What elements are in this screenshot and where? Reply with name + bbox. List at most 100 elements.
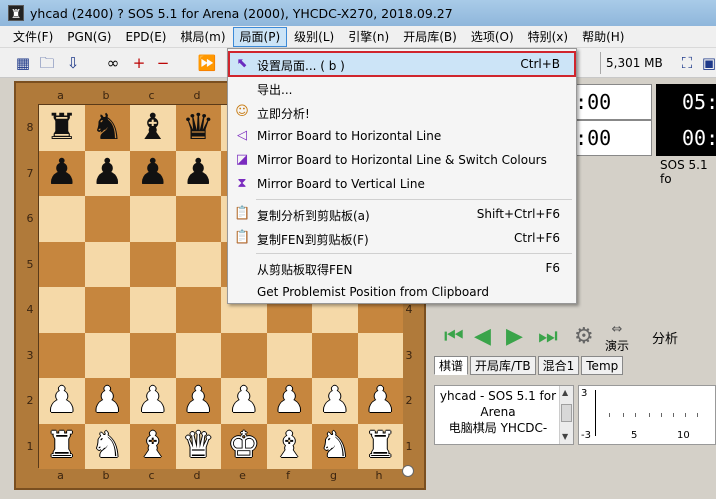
square-d1[interactable]: ♛: [175, 423, 221, 469]
black-pawn-icon[interactable]: ♟: [137, 155, 169, 191]
tab-mix1[interactable]: 混合1: [537, 356, 580, 375]
square-f2[interactable]: ♟: [266, 378, 312, 424]
white-pawn-icon[interactable]: ♟: [228, 382, 260, 419]
menu-engine[interactable]: 引擎(n): [341, 27, 396, 47]
white-rook-icon[interactable]: ♜: [364, 428, 396, 464]
menu-item-mirror-vertical[interactable]: ⧗ Mirror Board to Vertical Line: [230, 173, 574, 195]
black-pawn-icon[interactable]: ♟: [182, 155, 214, 191]
square-e2[interactable]: ♟: [221, 378, 267, 424]
square-b2[interactable]: ♟: [84, 378, 130, 424]
tab-notation[interactable]: 棋谱: [434, 356, 469, 375]
white-bishop-icon[interactable]: ♝: [273, 428, 305, 464]
white-rook-icon[interactable]: ♜: [46, 428, 78, 464]
square-b7[interactable]: ♟: [84, 150, 130, 196]
square-h2[interactable]: ♟: [357, 378, 403, 424]
square-a6[interactable]: [39, 196, 85, 242]
white-knight-icon[interactable]: ♞: [91, 428, 123, 464]
first-move-icon[interactable]: ⏮: [444, 324, 464, 349]
square-a7[interactable]: ♟: [39, 150, 85, 196]
white-pawn-icon[interactable]: ♟: [182, 382, 214, 419]
scroll-thumb[interactable]: [561, 404, 572, 422]
square-a5[interactable]: [39, 241, 85, 287]
menu-item-analyze-now[interactable]: ☺ 立即分析!: [230, 101, 574, 123]
square-d7[interactable]: ♟: [175, 150, 221, 196]
square-d3[interactable]: [175, 332, 221, 378]
menu-position[interactable]: 局面(P): [232, 26, 288, 47]
next-move-icon[interactable]: ▶: [506, 324, 523, 349]
white-bishop-icon[interactable]: ♝: [137, 428, 169, 464]
menu-item-problemist-paste[interactable]: Get Problemist Position from Clipboard: [230, 281, 574, 303]
menu-item-mirror-switch-colours[interactable]: ◪ Mirror Board to Horizontal Line & Swit…: [230, 149, 574, 171]
square-a4[interactable]: [39, 287, 85, 333]
menu-item-copy-fen[interactable]: 📋 复制FEN到剪贴板(F) Ctrl+F6: [230, 227, 574, 249]
save-icon[interactable]: ⇩: [62, 53, 84, 73]
square-b6[interactable]: [84, 196, 130, 242]
menu-item-paste-fen[interactable]: 从剪贴板取得FEN F6: [230, 257, 574, 279]
menu-pgn[interactable]: PGN(G): [60, 27, 118, 47]
black-queen-icon[interactable]: ♛: [182, 109, 214, 146]
menu-options[interactable]: 选项(O): [464, 27, 521, 47]
board-icon[interactable]: ▦: [12, 53, 34, 73]
menu-epd[interactable]: EPD(E): [118, 27, 173, 47]
square-c1[interactable]: ♝: [130, 423, 176, 469]
menu-special[interactable]: 特别(x): [521, 27, 575, 47]
menu-item-export[interactable]: 导出...: [230, 77, 574, 99]
black-rook-icon[interactable]: ♜: [46, 109, 78, 146]
menu-book[interactable]: 开局库(B): [396, 27, 464, 47]
square-e1[interactable]: ♚: [221, 423, 267, 469]
plus-lev-icon[interactable]: +: [128, 53, 150, 73]
scroll-up-icon[interactable]: ▲: [562, 388, 568, 397]
square-c5[interactable]: [130, 241, 176, 287]
square-f1[interactable]: ♝: [266, 423, 312, 469]
tab-temp[interactable]: Temp: [581, 356, 624, 375]
window-icon[interactable]: ▣: [698, 53, 716, 73]
square-d5[interactable]: [175, 241, 221, 287]
gear-icon[interactable]: ⚙: [574, 324, 594, 349]
fullscreen-icon[interactable]: ⛶: [676, 53, 698, 73]
square-a1[interactable]: ♜: [39, 423, 85, 469]
square-b8[interactable]: ♞: [84, 105, 130, 151]
black-pawn-icon[interactable]: ♟: [91, 155, 123, 191]
square-a8[interactable]: ♜: [39, 105, 85, 151]
menu-item-mirror-horizontal[interactable]: ◁ Mirror Board to Horizontal Line: [230, 125, 574, 147]
square-c6[interactable]: [130, 196, 176, 242]
white-king-icon[interactable]: ♚: [228, 428, 260, 464]
square-d4[interactable]: [175, 287, 221, 333]
square-a2[interactable]: ♟: [39, 378, 85, 424]
menu-item-setup-position[interactable]: ⬉ 设置局面... ( b ) Ctrl+B: [228, 51, 576, 77]
menu-file[interactable]: 文件(F): [6, 27, 60, 47]
white-pawn-icon[interactable]: ♟: [273, 382, 305, 419]
square-b1[interactable]: ♞: [84, 423, 130, 469]
square-c2[interactable]: ♟: [130, 378, 176, 424]
square-c3[interactable]: [130, 332, 176, 378]
menu-item-copy-analysis[interactable]: 📋 复制分析到剪贴板(a) Shift+Ctrl+F6: [230, 203, 574, 225]
black-pawn-icon[interactable]: ♟: [46, 155, 78, 191]
square-h1[interactable]: ♜: [357, 423, 403, 469]
square-c4[interactable]: [130, 287, 176, 333]
square-g2[interactable]: ♟: [312, 378, 358, 424]
square-d2[interactable]: ♟: [175, 378, 221, 424]
white-pawn-icon[interactable]: ♟: [364, 382, 396, 419]
fast-forward-icon[interactable]: ⏩: [196, 53, 218, 73]
square-g3[interactable]: [312, 332, 358, 378]
menu-game[interactable]: 棋局(m): [173, 27, 232, 47]
menu-level[interactable]: 级别(L): [287, 27, 341, 47]
white-pawn-icon[interactable]: ♟: [319, 382, 351, 419]
square-f3[interactable]: [266, 332, 312, 378]
square-b3[interactable]: [84, 332, 130, 378]
demo-button[interactable]: ⇔ 演示: [602, 322, 632, 354]
square-c7[interactable]: ♟: [130, 150, 176, 196]
square-h3[interactable]: [357, 332, 403, 378]
minus-lev-icon[interactable]: −: [152, 53, 174, 73]
black-knight-icon[interactable]: ♞: [91, 109, 123, 146]
square-d8[interactable]: ♛: [175, 105, 221, 151]
analysis-button[interactable]: 分析: [652, 328, 678, 347]
tab-book-tb[interactable]: 开局库/TB: [470, 356, 536, 375]
square-d6[interactable]: [175, 196, 221, 242]
menu-help[interactable]: 帮助(H): [575, 27, 631, 47]
open-folder-icon[interactable]: 🗀: [36, 53, 58, 73]
infinity-icon[interactable]: ∞: [102, 53, 124, 73]
square-b4[interactable]: [84, 287, 130, 333]
square-c8[interactable]: ♝: [130, 105, 176, 151]
square-g1[interactable]: ♞: [312, 423, 358, 469]
